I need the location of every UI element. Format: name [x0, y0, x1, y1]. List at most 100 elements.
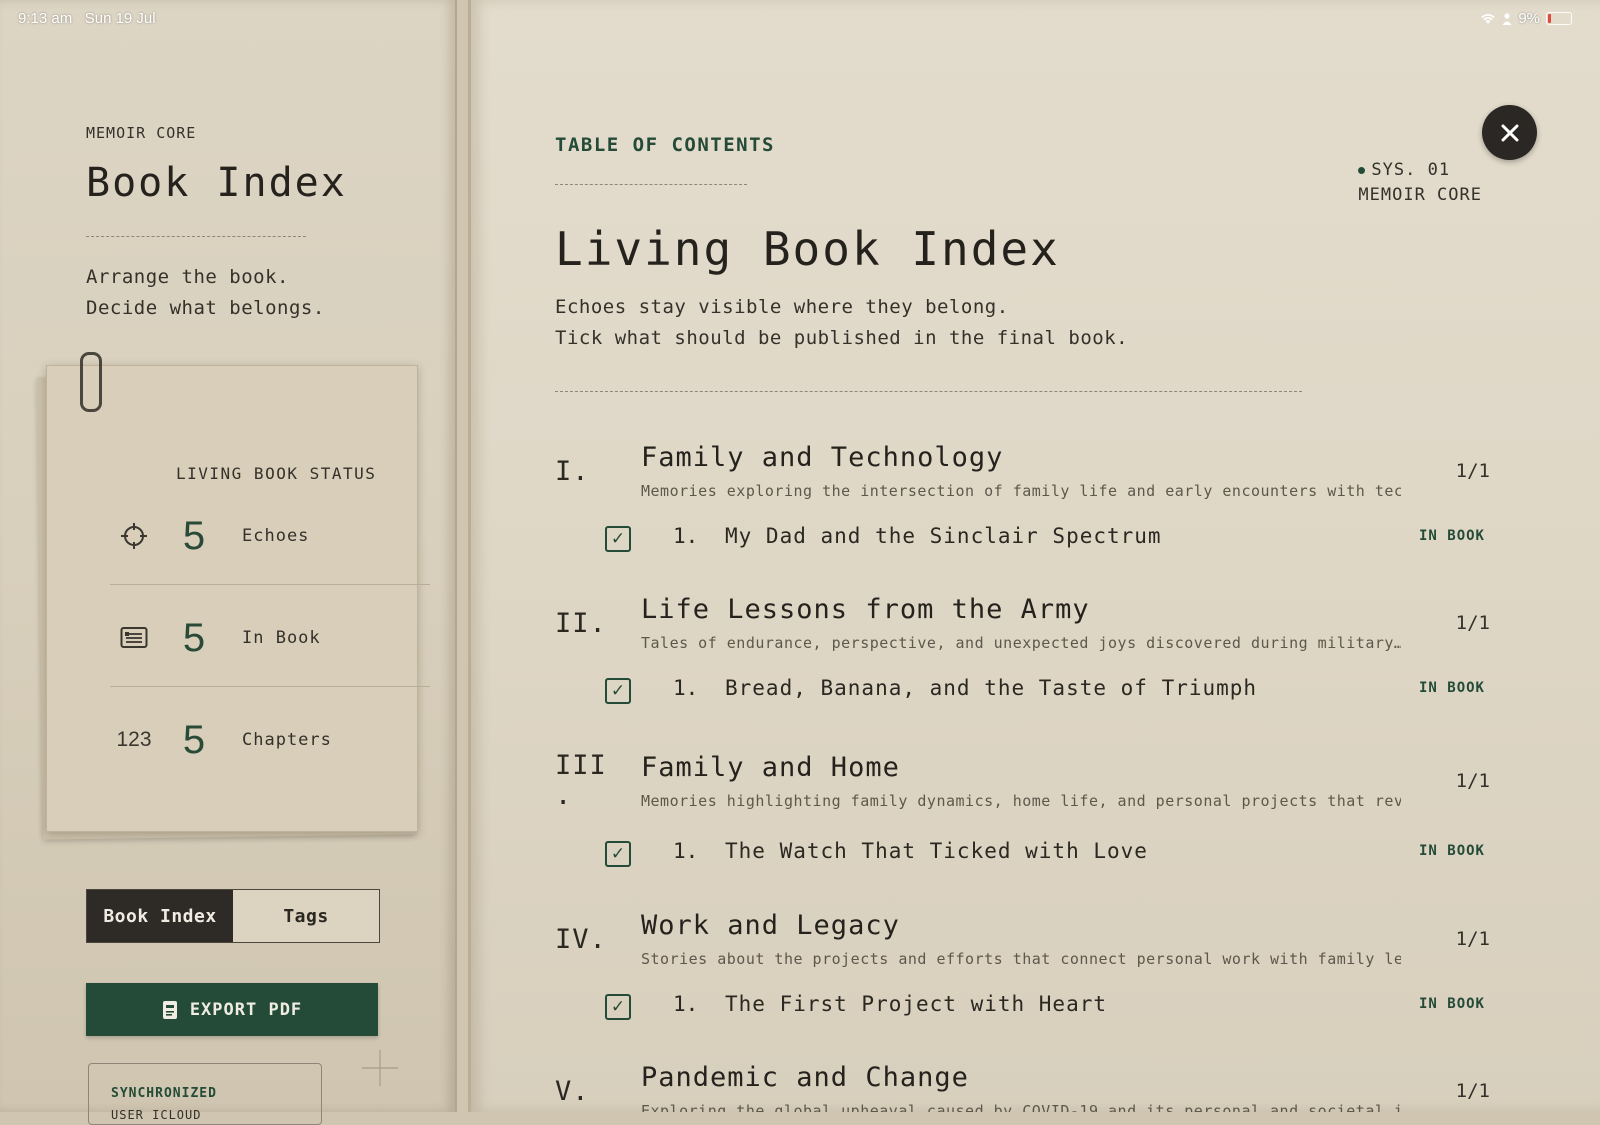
stat-chapters-value: 5	[182, 717, 206, 762]
sync-detail: USER ICLOUD	[111, 1108, 202, 1122]
echo-entry[interactable]: ✓ 1. My Dad and the Sinclair Spectrum IN…	[605, 524, 1485, 556]
close-button[interactable]	[1482, 105, 1537, 160]
battery-icon	[1546, 12, 1572, 25]
segment-tags[interactable]: Tags	[233, 890, 379, 942]
chapter-description: Memories exploring the intersection of f…	[641, 482, 1401, 500]
numbers-icon: 123	[116, 728, 152, 751]
subtitle-line-1: Echoes stay visible where they belong.	[555, 296, 1009, 318]
publish-checkbox[interactable]: ✓	[605, 678, 631, 704]
chapter-title: Work and Legacy	[641, 910, 900, 941]
chapter-count: 1/1	[1455, 770, 1490, 792]
stat-echoes-value: 5	[182, 513, 206, 558]
view-segmented-control: Book Index Tags	[86, 889, 380, 943]
sidebar-title: Book Index	[86, 160, 347, 206]
status-dot-icon	[1358, 166, 1366, 174]
pdf-file-icon	[162, 1000, 177, 1019]
content-divider	[555, 391, 1302, 392]
chapter-row[interactable]: IV. Work and Legacy Stories about the pr…	[555, 908, 1490, 968]
chapter-description: Tales of endurance, perspective, and une…	[641, 634, 1401, 652]
stat-echoes: 5 Echoes	[110, 486, 428, 586]
chapter-numeral: III	[555, 750, 607, 781]
stat-in-book: 5 In Book	[110, 588, 428, 688]
toc-divider	[555, 184, 747, 185]
entry-title: Bread, Banana, and the Taste of Triumph	[725, 676, 1258, 700]
sync-status-box: SYNCHRONIZED USER ICLOUD	[88, 1063, 322, 1125]
entry-number: 1.	[673, 524, 699, 548]
chapter-row[interactable]: II. Life Lessons from the Army Tales of …	[555, 592, 1490, 652]
chapter-count: 1/1	[1455, 928, 1490, 950]
entry-number: 1.	[673, 676, 699, 700]
close-icon	[1501, 124, 1518, 141]
entry-title: My Dad and the Sinclair Spectrum	[725, 524, 1162, 548]
chapter-description: Stories about the projects and efforts t…	[641, 950, 1401, 968]
entry-number: 1.	[673, 992, 699, 1016]
paperclip-icon	[80, 352, 102, 412]
status-time-date: 9:13 am Sun 19 Jul	[18, 10, 156, 27]
chapter-count: 1/1	[1455, 460, 1490, 482]
in-book-badge: IN BOOK	[1418, 680, 1485, 696]
tagline-line-1: Arrange the book.	[86, 266, 289, 288]
entry-title: The Watch That Ticked with Love	[725, 839, 1148, 863]
status-card-heading: LIVING BOOK STATUS	[176, 464, 377, 483]
chapter-row[interactable]: I. Family and Technology Memories explor…	[555, 440, 1490, 500]
status-indicators: 9%	[1480, 10, 1572, 27]
registration-mark-icon	[362, 1050, 398, 1086]
subtitle-line-2: Tick what should be published in the fin…	[555, 327, 1129, 349]
sys-line-2: MEMOIR CORE	[1358, 185, 1482, 205]
document-list-icon	[110, 626, 158, 650]
stat-divider	[110, 584, 430, 585]
sidebar-tagline: Arrange the book. Decide what belongs.	[86, 262, 325, 324]
stat-in-book-label: In Book	[242, 628, 321, 648]
status-bar: 9:13 am Sun 19 Jul 9%	[0, 0, 1600, 38]
echo-entry[interactable]: ✓ 1. The First Project with Heart IN BOO…	[605, 992, 1485, 1024]
crosshair-icon	[110, 522, 158, 550]
page-title: Living Book Index	[555, 222, 1060, 276]
stat-chapters-label: Chapters	[242, 730, 332, 750]
status-time: 9:13 am	[18, 10, 73, 27]
battery-percent: 9%	[1518, 10, 1540, 27]
publish-checkbox[interactable]: ✓	[605, 526, 631, 552]
chapter-numeral-period: .	[555, 780, 573, 811]
entry-title: The First Project with Heart	[725, 992, 1108, 1016]
chapter-title: Family and Technology	[641, 442, 1004, 473]
stat-in-book-value: 5	[182, 615, 206, 660]
stat-echoes-label: Echoes	[242, 526, 310, 546]
in-book-badge: IN BOOK	[1418, 996, 1485, 1012]
chapter-row[interactable]: V. Pandemic and Change Exploring the glo…	[555, 1060, 1490, 1112]
publish-checkbox[interactable]: ✓	[605, 994, 631, 1020]
in-book-badge: IN BOOK	[1418, 528, 1485, 544]
status-date: Sun 19 Jul	[84, 10, 156, 27]
toc-kicker: TABLE OF CONTENTS	[555, 134, 775, 156]
stat-chapters: 123 5 Chapters	[110, 690, 428, 790]
chapter-count: 1/1	[1455, 1080, 1490, 1102]
system-label: SYS. 01 MEMOIR CORE	[1358, 158, 1482, 208]
publish-checkbox[interactable]: ✓	[605, 841, 631, 867]
sidebar-divider	[86, 236, 306, 237]
chapter-title: Family and Home	[641, 752, 900, 783]
chapter-count: 1/1	[1455, 612, 1490, 634]
chapter-numeral: V.	[555, 1076, 590, 1107]
chapter-numeral: IV.	[555, 924, 607, 955]
echo-entry[interactable]: ✓ 1. The Watch That Ticked with Love IN …	[605, 839, 1485, 871]
sync-status: SYNCHRONIZED	[111, 1086, 217, 1101]
chapter-description: Memories highlighting family dynamics, h…	[641, 792, 1401, 810]
page-subtitle: Echoes stay visible where they belong. T…	[555, 292, 1128, 354]
chapter-title: Pandemic and Change	[641, 1062, 969, 1093]
stat-divider	[110, 686, 430, 687]
sidebar-kicker: MEMOIR CORE	[86, 124, 197, 142]
sys-line-1: SYS. 01	[1371, 160, 1451, 180]
chapter-numeral: I.	[555, 456, 590, 487]
chapter-numeral: II.	[555, 608, 607, 639]
entry-number: 1.	[673, 839, 699, 863]
person-icon	[1502, 12, 1512, 25]
chapter-description: Exploring the global upheaval caused by …	[641, 1102, 1401, 1112]
export-pdf-button[interactable]: EXPORT PDF	[86, 983, 378, 1036]
tagline-line-2: Decide what belongs.	[86, 297, 325, 319]
wifi-icon	[1481, 13, 1495, 24]
in-book-badge: IN BOOK	[1418, 843, 1485, 859]
chapter-row[interactable]: III . Family and Home Memories highlight…	[555, 750, 1490, 811]
segment-book-index[interactable]: Book Index	[87, 890, 233, 942]
echo-entry[interactable]: ✓ 1. Bread, Banana, and the Taste of Tri…	[605, 676, 1485, 708]
export-pdf-label: EXPORT PDF	[189, 999, 303, 1020]
chapter-title: Life Lessons from the Army	[641, 594, 1090, 625]
